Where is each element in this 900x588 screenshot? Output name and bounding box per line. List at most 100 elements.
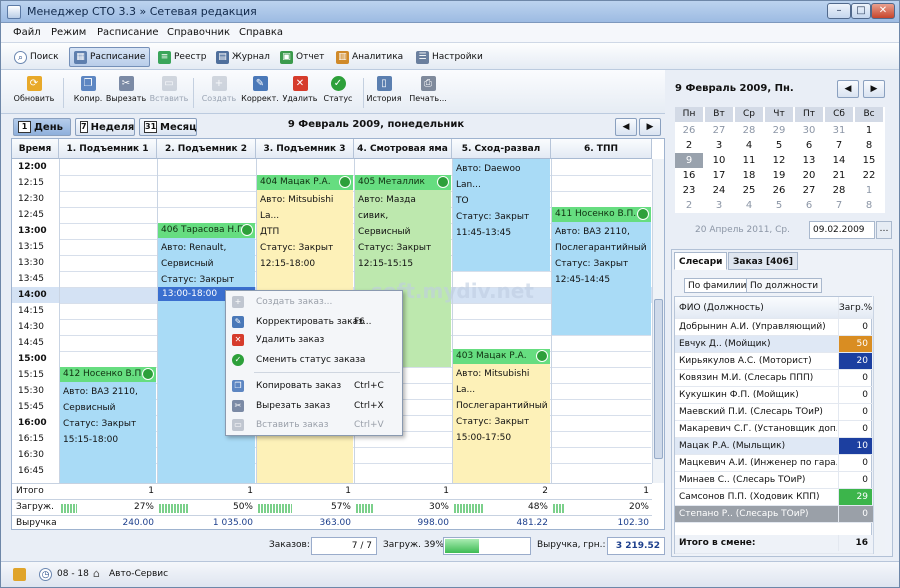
menu-help[interactable]: Справка	[239, 27, 283, 38]
paste-button[interactable]: ▭ Вставить	[144, 74, 194, 112]
minimize-button[interactable]: –	[827, 3, 851, 19]
status-button[interactable]: ✓ Статус	[313, 74, 363, 112]
calendar-day[interactable]: 23	[675, 183, 703, 198]
menu-item-cut-order[interactable]: ✂ Вырезать заказ Ctrl+X	[226, 397, 402, 415]
subtab-by-name[interactable]: По фамилии	[684, 278, 751, 293]
calendar-day[interactable]: 9	[675, 153, 703, 168]
prev-day-button[interactable]: ◀	[615, 118, 637, 136]
calendar-day[interactable]: 3	[705, 138, 733, 153]
calendar-day[interactable]: 28	[825, 183, 853, 198]
appointment-411[interactable]: 411 Носенко В.П. Авто: ВАЗ 2110, Послега…	[552, 207, 651, 335]
calendar-next-button[interactable]: ▶	[863, 80, 885, 98]
calendar-day[interactable]: 28	[735, 123, 763, 138]
calendar-day[interactable]: 31	[825, 123, 853, 138]
calendar-day[interactable]: 1	[855, 123, 883, 138]
staff-row[interactable]: Добрынин А.И. (Управляющий) 0	[675, 319, 873, 336]
tab-day[interactable]: 1 День	[13, 118, 71, 136]
staff-row[interactable]: Ковязин М.И. (Слесарь ППП) 0	[675, 370, 873, 387]
print-button[interactable]: ⎙ Печать...	[403, 74, 453, 112]
calendar-day[interactable]: 14	[825, 153, 853, 168]
menu-reference[interactable]: Справочник	[167, 27, 230, 38]
column-header-lift-1[interactable]: 1. Подъемник 1	[59, 139, 157, 159]
calendar-day[interactable]: 4	[735, 138, 763, 153]
menu-item-change-status[interactable]: ✓ Сменить статус заказа	[226, 351, 402, 369]
maximize-button[interactable]: □	[851, 3, 871, 19]
next-day-button[interactable]: ▶	[639, 118, 661, 136]
date-input[interactable]: 09.02.2009	[809, 221, 875, 239]
calendar-day[interactable]: 10	[705, 153, 733, 168]
menu-item-delete-order[interactable]: ✕ Удалить заказ	[226, 331, 402, 349]
calendar-day[interactable]: 17	[705, 168, 733, 183]
calendar-day[interactable]: 6	[795, 198, 823, 213]
column-header-alignment[interactable]: 5. Сход-развал	[452, 139, 551, 159]
nav-search[interactable]: ⌕ Поиск	[9, 47, 64, 67]
calendar-day[interactable]: 27	[795, 183, 823, 198]
calendar-day[interactable]: 29	[765, 123, 793, 138]
nav-analytics[interactable]: ▥ Аналитика	[331, 47, 408, 67]
calendar-day[interactable]: 2	[675, 138, 703, 153]
calendar-day[interactable]: 13	[795, 153, 823, 168]
staff-name-header[interactable]: ФИО (Должность)	[679, 297, 837, 319]
tab-week[interactable]: 7 Неделя	[75, 118, 135, 136]
calendar-today-label[interactable]: 20 Апрель 2011, Ср.	[695, 225, 790, 235]
calendar-day[interactable]: 20	[795, 168, 823, 183]
calendar-day[interactable]: 5	[765, 198, 793, 213]
calendar-day[interactable]: 26	[765, 183, 793, 198]
staff-row[interactable]: Мацак Р.А. (Мыльщик) 10	[675, 438, 873, 455]
calendar-day[interactable]: 7	[825, 198, 853, 213]
calendar-day[interactable]: 8	[855, 138, 883, 153]
staff-row[interactable]: Минаев С.. (Слесарь ТОиР) 0	[675, 472, 873, 489]
menu-item-paste-order[interactable]: ▭ Вставить заказ Ctrl+V	[226, 416, 402, 434]
tab-order-406[interactable]: Заказ [406]	[728, 252, 799, 270]
calendar-day[interactable]: 12	[765, 153, 793, 168]
calendar-day[interactable]: 4	[735, 198, 763, 213]
calendar-day[interactable]: 24	[705, 183, 733, 198]
tab-mechanics[interactable]: Слесари	[674, 252, 728, 270]
staff-row[interactable]: Самсонов П.П. (Ходовик КПП) 29	[675, 489, 873, 506]
appointment-412[interactable]: 412 Носенко В.П. Авто: ВАЗ 2110, Сервисн…	[60, 367, 156, 483]
close-button[interactable]: ✕	[871, 3, 895, 19]
staff-scrollbar[interactable]	[873, 296, 885, 554]
menu-item-edit-order[interactable]: ✎ Корректировать заказ... F6	[226, 313, 402, 331]
staff-row[interactable]: Маевский П.И. (Слесарь ТОиР) 0	[675, 404, 873, 421]
column-header-lift-2[interactable]: 2. Подъемник 2	[157, 139, 256, 159]
menu-item-create-order[interactable]: + Создать заказ...	[226, 293, 402, 311]
staff-row[interactable]: Мацкевич А.И. (Инженер по гара... 0	[675, 455, 873, 472]
nav-schedule[interactable]: ▦ Расписание	[69, 47, 151, 67]
calendar-day[interactable]: 22	[855, 168, 883, 183]
calendar-day[interactable]: 6	[795, 138, 823, 153]
calendar-day[interactable]: 27	[705, 123, 733, 138]
calendar-day[interactable]: 18	[735, 168, 763, 183]
calendar-day[interactable]: 5	[765, 138, 793, 153]
calendar-day[interactable]: 1	[855, 183, 883, 198]
nav-registry[interactable]: ≡ Реестр	[153, 47, 211, 67]
calendar-prev-button[interactable]: ◀	[837, 80, 859, 98]
menu-item-copy-order[interactable]: ❐ Копировать заказ Ctrl+C	[226, 377, 402, 395]
staff-row[interactable]: Кирьякулов А.С. (Моторист) 20	[675, 353, 873, 370]
appointment-403[interactable]: 403 Мацак Р.А. Авто: Mitsubishi La... По…	[453, 349, 550, 483]
schedule-scrollbar[interactable]	[652, 159, 664, 483]
subtab-by-position[interactable]: По должности	[746, 278, 823, 293]
calendar-day[interactable]: 2	[675, 198, 703, 213]
calendar-day[interactable]: 30	[795, 123, 823, 138]
scrollbar-thumb[interactable]	[654, 299, 663, 459]
nav-journal[interactable]: ▤ Журнал	[211, 47, 275, 67]
calendar-day[interactable]: 21	[825, 168, 853, 183]
calendar-day[interactable]: 19	[765, 168, 793, 183]
menu-file[interactable]: Файл	[13, 27, 41, 38]
appointment-daewoo[interactable]: Авто: Daewoo Lan... ТО Статус: Закрыт 11…	[453, 159, 550, 271]
menu-schedule[interactable]: Расписание	[97, 27, 159, 38]
refresh-button[interactable]: ⟳ Обновить	[9, 74, 59, 112]
calendar-day[interactable]: 11	[735, 153, 763, 168]
nav-settings[interactable]: ☰ Настройки	[411, 47, 488, 67]
calendar-day[interactable]: 26	[675, 123, 703, 138]
calendar-day[interactable]: 3	[705, 198, 733, 213]
calendar-day[interactable]: 16	[675, 168, 703, 183]
staff-row[interactable]: Евчук Д.. (Мойщик) 50	[675, 336, 873, 353]
staff-row[interactable]: Кукушкин Ф.П. (Мойщик) 0	[675, 387, 873, 404]
staff-load-header[interactable]: Загр.%	[838, 297, 872, 319]
staff-row[interactable]: Макаревич С.Г. (Установщик доп.) 0	[675, 421, 873, 438]
nav-report[interactable]: ▣ Отчет	[275, 47, 329, 67]
column-header-pit[interactable]: 4. Смотровая яма	[354, 139, 452, 159]
date-picker-button[interactable]: …	[876, 221, 892, 239]
